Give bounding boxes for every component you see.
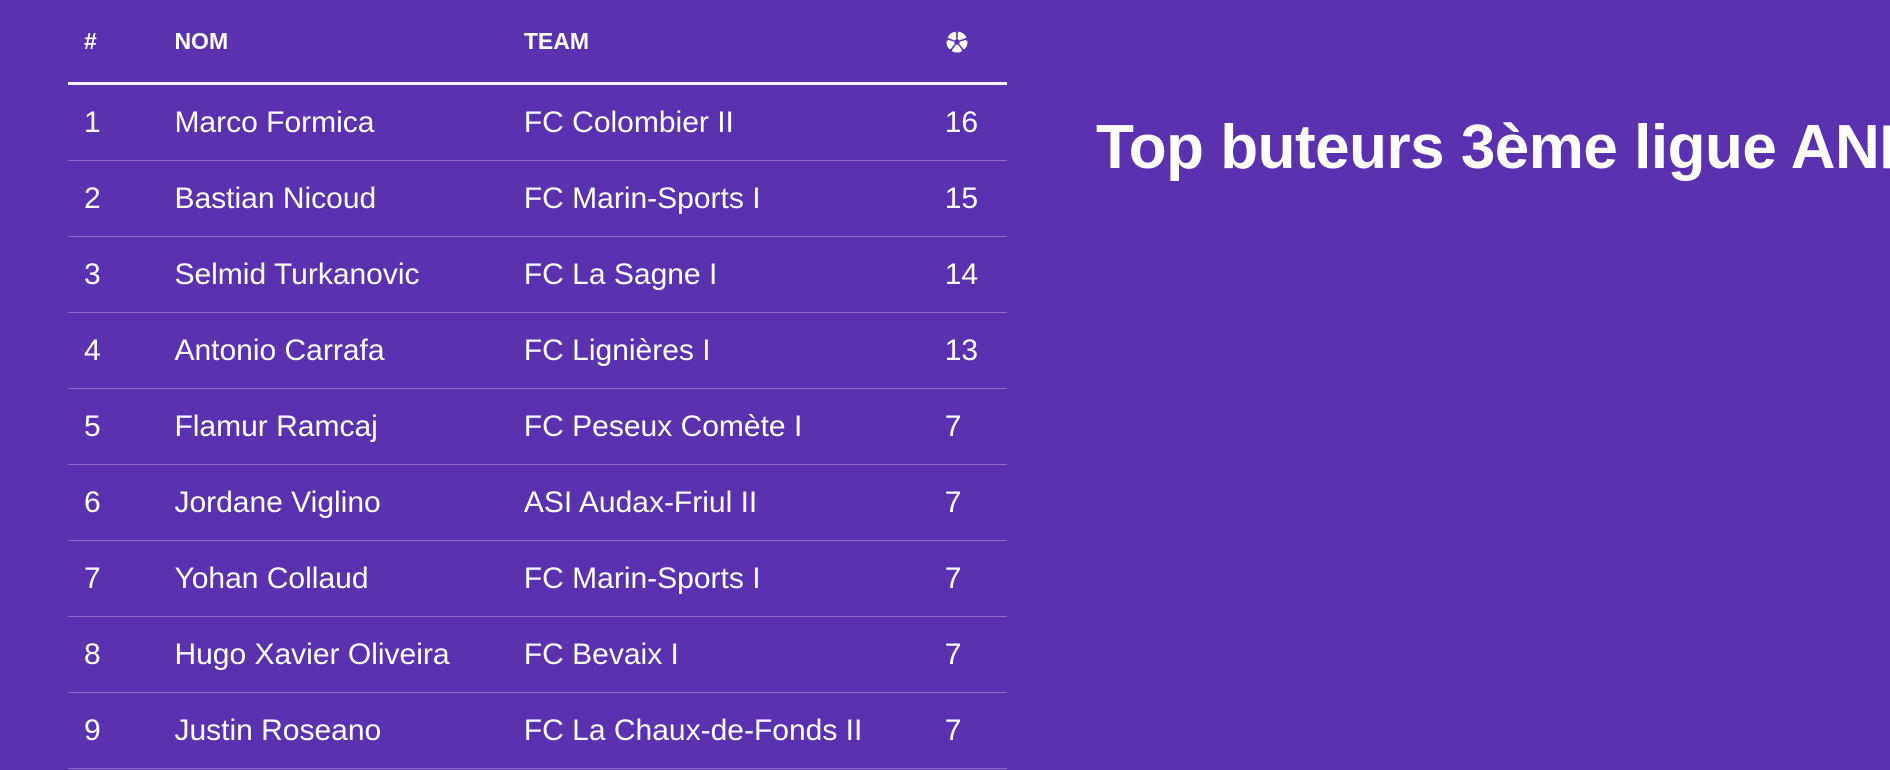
table-row: 2 Bastian Nicoud FC Marin-Sports I 15 bbox=[68, 160, 1007, 237]
table-row: 9 Justin Roseano FC La Chaux-de-Fonds II 7 bbox=[68, 692, 1007, 769]
goals-cell: 15 bbox=[944, 160, 1007, 237]
scorers-table: # NOM TEAM 1 Marco Formica FC Colombier … bbox=[68, 0, 1007, 769]
rank-cell: 7 bbox=[68, 540, 175, 617]
rank-column-header: # bbox=[68, 0, 175, 85]
player-name-cell: Selmid Turkanovic bbox=[174, 236, 524, 313]
rank-cell: 3 bbox=[68, 236, 175, 313]
goals-cell: 7 bbox=[944, 388, 1007, 465]
player-name-cell: Antonio Carrafa bbox=[174, 312, 524, 389]
team-cell: FC Peseux Comète I bbox=[523, 388, 945, 465]
team-cell: FC Marin-Sports I bbox=[523, 160, 945, 237]
page-title: Top buteurs 3ème ligue ANF bbox=[1096, 113, 1890, 182]
goals-cell: 16 bbox=[944, 83, 1007, 161]
table-header-row: # NOM TEAM bbox=[68, 0, 1007, 85]
player-name-cell: Hugo Xavier Oliveira bbox=[174, 616, 524, 693]
team-cell: FC Marin-Sports I bbox=[523, 540, 945, 617]
team-cell: FC La Chaux-de-Fonds II bbox=[523, 692, 945, 769]
rank-cell: 9 bbox=[68, 692, 175, 769]
player-name-cell: Yohan Collaud bbox=[174, 540, 524, 617]
table-row: 7 Yohan Collaud FC Marin-Sports I7 bbox=[68, 540, 1007, 617]
rank-cell: 8 bbox=[68, 616, 175, 693]
table-row: 6 Jordane Viglino ASI Audax-Friul II 7 bbox=[68, 464, 1007, 541]
table-row: 5 Flamur Ramcaj FC Peseux Comète I7 bbox=[68, 388, 1007, 465]
rank-cell: 1 bbox=[68, 83, 175, 161]
table-row: 4 Antonio Carrafa FC Lignières I 13 bbox=[68, 312, 1007, 389]
team-cell: FC Bevaix I bbox=[523, 616, 945, 693]
rank-cell: 6 bbox=[68, 464, 175, 541]
player-name-cell: Flamur Ramcaj bbox=[174, 388, 524, 465]
player-name-cell: Jordane Viglino bbox=[174, 464, 524, 541]
team-cell: ASI Audax-Friul II bbox=[523, 464, 945, 541]
rank-cell: 5 bbox=[68, 388, 175, 465]
player-name-cell: Justin Roseano bbox=[174, 692, 524, 769]
goals-cell: 14 bbox=[944, 236, 1007, 313]
goals-cell: 7 bbox=[944, 540, 1007, 617]
team-cell: FC Colombier II bbox=[523, 83, 945, 161]
table-row: 1 Marco Formica FC Colombier II 16 bbox=[68, 83, 1007, 161]
player-name-cell: Marco Formica bbox=[174, 83, 524, 161]
goals-column-header bbox=[944, 0, 1007, 85]
goals-cell: 7 bbox=[944, 616, 1007, 693]
table-body: 1 Marco Formica FC Colombier II 16 2 Bastian … bbox=[68, 83, 1007, 769]
soccer-ball-icon bbox=[945, 30, 969, 54]
rank-cell: 2 bbox=[68, 160, 175, 237]
team-cell: FC Lignières I bbox=[523, 312, 945, 389]
team-column-header: TEAM bbox=[523, 0, 945, 85]
table-row: 3 Selmid Turkanovic FC La Sagne I 14 bbox=[68, 236, 1007, 313]
table-header: # NOM TEAM bbox=[68, 0, 1007, 85]
goals-cell: 7 bbox=[944, 464, 1007, 541]
table-row: 8 Hugo Xavier Oliveira FC Bevaix I7 bbox=[68, 616, 1007, 693]
rank-cell: 4 bbox=[68, 312, 175, 389]
goals-cell: 13 bbox=[944, 312, 1007, 389]
goals-cell: 7 bbox=[944, 692, 1007, 769]
player-name-cell: Bastian Nicoud bbox=[174, 160, 524, 237]
team-cell: FC La Sagne I bbox=[523, 236, 945, 313]
name-column-header: NOM bbox=[174, 0, 524, 85]
